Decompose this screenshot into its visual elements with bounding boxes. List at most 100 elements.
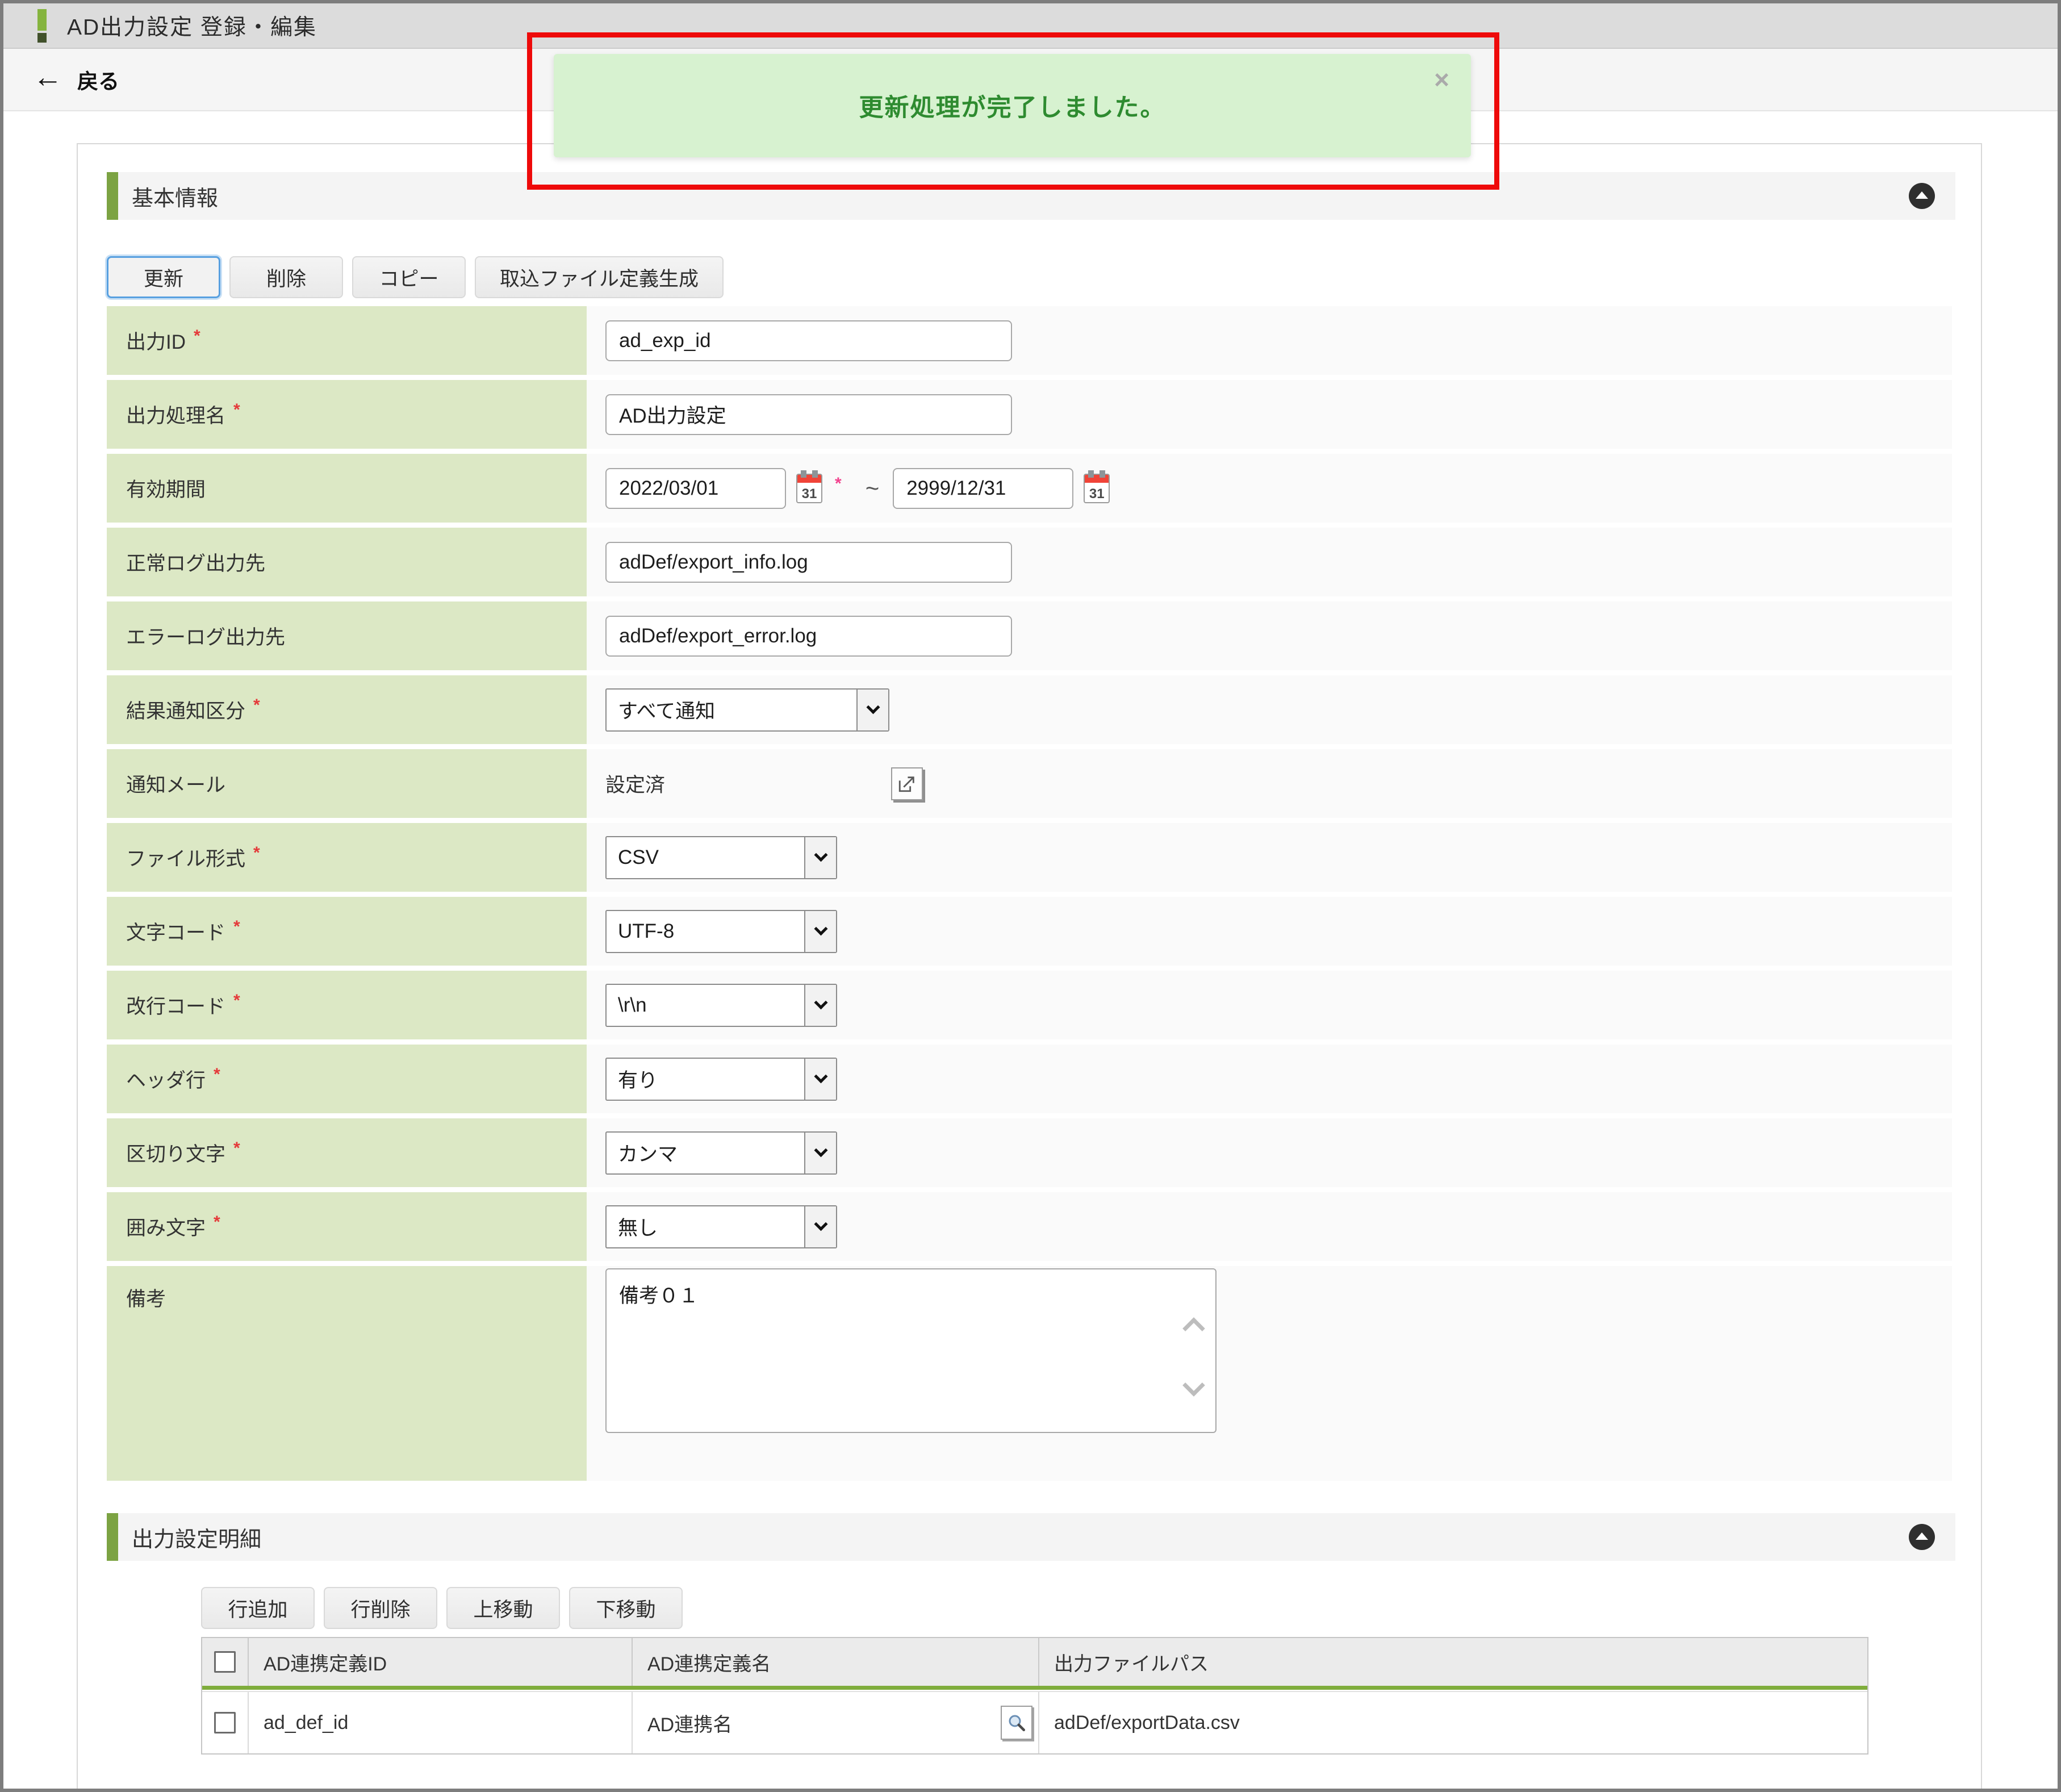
detail-section-header: 出力設定明細 <box>107 1513 1955 1561</box>
header-row-select[interactable]: 有り <box>605 1058 837 1101</box>
search-icon[interactable] <box>1001 1706 1032 1740</box>
calendar-icon[interactable]: 31 <box>796 474 822 503</box>
table-header-divider <box>202 1686 1867 1691</box>
detail-toolbar: 行追加 行削除 上移動 下移動 <box>201 1587 1981 1629</box>
required-mark: * <box>233 400 240 420</box>
section-accent-bar <box>107 172 118 220</box>
back-arrow-icon: ← <box>33 62 62 92</box>
required-mark: * <box>214 1065 220 1084</box>
char-code-select[interactable]: UTF-8 <box>605 910 837 953</box>
output-name-input[interactable] <box>605 394 1012 435</box>
field-label: 通知メール <box>126 769 225 798</box>
required-mark: * <box>253 843 260 863</box>
move-up-button[interactable]: 上移動 <box>446 1587 560 1629</box>
cell-ad-def-id: ad_def_id <box>249 1692 633 1753</box>
cell-ad-def-name: AD連携名 <box>647 1709 732 1737</box>
chevron-down-icon <box>804 911 836 952</box>
page-title: AD出力設定 登録・編集 <box>67 10 317 41</box>
required-mark: * <box>194 327 200 346</box>
cell-output-path: adDef/exportData.csv <box>1039 1692 1867 1753</box>
copy-button[interactable]: コピー <box>352 256 466 298</box>
form-row-notify-type: 結果通知区分* すべて通知 <box>107 675 1952 744</box>
update-button[interactable]: 更新 <box>107 256 220 298</box>
notify-type-select[interactable]: すべて通知 <box>605 688 889 732</box>
delimiter-select[interactable]: カンマ <box>605 1131 837 1175</box>
field-label: ファイル形式 <box>126 843 245 872</box>
form-row-notify-mail: 通知メール 設定済 <box>107 749 1952 818</box>
chevron-down-icon <box>856 690 888 730</box>
required-mark: * <box>233 917 240 937</box>
section-accent-bar <box>107 1513 118 1561</box>
column-header-ad-def-name: AD連携定義名 <box>633 1638 1039 1686</box>
detail-table: AD連携定義ID AD連携定義名 出力ファイルパス ad_def_id AD連携… <box>201 1637 1868 1755</box>
detail-body: 行追加 行削除 上移動 下移動 AD連携定義ID AD連携定義名 出力ファイルパ… <box>201 1587 1981 1755</box>
required-mark: * <box>835 474 842 494</box>
table-header-row: AD連携定義ID AD連携定義名 出力ファイルパス <box>202 1638 1867 1686</box>
required-mark: * <box>233 991 240 1010</box>
basic-info-section-header: 基本情報 <box>107 172 1955 220</box>
error-log-input[interactable] <box>605 616 1012 657</box>
field-label: 有効期間 <box>126 474 206 503</box>
basic-info-form: 出力ID * 出力処理名 * 有効期間 31 * <box>107 306 1981 1481</box>
column-header-output-path: 出力ファイルパス <box>1039 1638 1867 1686</box>
required-mark: * <box>253 696 260 715</box>
back-button-label: 戻る <box>77 64 119 95</box>
basic-toolbar: 更新 削除 コピー 取込ファイル定義生成 <box>107 256 1981 298</box>
field-label: エラーログ出力先 <box>126 621 285 650</box>
column-header-ad-def-id: AD連携定義ID <box>249 1638 633 1686</box>
basic-info-section-title: 基本情報 <box>132 181 218 212</box>
form-row-error-log: エラーログ出力先 <box>107 601 1952 670</box>
delete-button[interactable]: 削除 <box>229 256 343 298</box>
generate-import-def-button[interactable]: 取込ファイル定義生成 <box>475 256 724 298</box>
back-button[interactable]: ← 戻る <box>33 64 119 95</box>
valid-from-input[interactable] <box>605 468 786 509</box>
form-row-header-row: ヘッダ行 * 有り <box>107 1045 1952 1113</box>
form-row-enclosure: 囲み文字* 無し <box>107 1192 1952 1261</box>
form-row-delimiter: 区切り文字* カンマ <box>107 1118 1952 1187</box>
form-row-info-log: 正常ログ出力先 <box>107 528 1952 596</box>
select-all-checkbox[interactable] <box>214 1651 236 1673</box>
form-row-valid-period: 有効期間 31 * ~ 31 <box>107 454 1952 523</box>
form-row-remarks: 備考 備考０１ <box>107 1266 1952 1481</box>
page-title-icon <box>37 9 47 43</box>
popup-window-icon[interactable] <box>891 767 923 800</box>
form-row-newline-code: 改行コード * \r\n <box>107 971 1952 1039</box>
chevron-down-icon <box>804 1059 836 1100</box>
add-row-button[interactable]: 行追加 <box>201 1587 315 1629</box>
field-label: 出力ID <box>126 326 186 355</box>
move-down-button[interactable]: 下移動 <box>569 1587 683 1629</box>
field-label: 出力処理名 <box>126 400 225 429</box>
main-panel: 基本情報 更新 削除 コピー 取込ファイル定義生成 出力ID * 出力処理名 * <box>77 143 1982 1789</box>
success-toast: 更新処理が完了しました。 × <box>554 54 1471 157</box>
field-label: 文字コード <box>126 917 225 946</box>
field-label: 改行コード <box>126 991 225 1020</box>
app-window: AD出力設定 登録・編集 ← 戻る 基本情報 更新 削除 コピー 取込ファイル定… <box>0 0 2061 1792</box>
detail-section-title: 出力設定明細 <box>132 1522 261 1553</box>
field-label: 囲み文字 <box>126 1212 206 1241</box>
required-mark: * <box>233 1139 240 1158</box>
field-label: 備考 <box>126 1283 166 1312</box>
form-row-file-format: ファイル形式 * CSV <box>107 823 1952 892</box>
enclosure-select[interactable]: 無し <box>605 1205 837 1248</box>
row-checkbox[interactable] <box>214 1712 236 1733</box>
form-row-output-name: 出力処理名 * <box>107 380 1952 449</box>
info-log-input[interactable] <box>605 542 1012 583</box>
valid-to-input[interactable] <box>893 468 1073 509</box>
remarks-textarea[interactable]: 備考０１ <box>605 1268 1216 1433</box>
success-message: 更新処理が完了しました。 <box>859 88 1166 123</box>
form-row-char-code: 文字コード * UTF-8 <box>107 897 1952 966</box>
file-format-select[interactable]: CSV <box>605 836 837 879</box>
close-icon[interactable]: × <box>1434 66 1449 93</box>
output-id-input[interactable] <box>605 320 1012 361</box>
field-label: ヘッダ行 <box>126 1064 206 1093</box>
collapse-icon[interactable] <box>1909 183 1935 209</box>
chevron-down-icon <box>804 1133 836 1173</box>
calendar-icon[interactable]: 31 <box>1084 474 1110 503</box>
table-row: ad_def_id AD連携名 adDef/exportData.csv <box>202 1691 1867 1753</box>
newline-code-select[interactable]: \r\n <box>605 984 837 1027</box>
title-bar: AD出力設定 登録・編集 <box>3 3 2058 49</box>
range-separator: ~ <box>866 475 880 502</box>
collapse-icon[interactable] <box>1909 1524 1935 1550</box>
delete-row-button[interactable]: 行削除 <box>324 1587 437 1629</box>
form-row-output-id: 出力ID * <box>107 306 1952 375</box>
